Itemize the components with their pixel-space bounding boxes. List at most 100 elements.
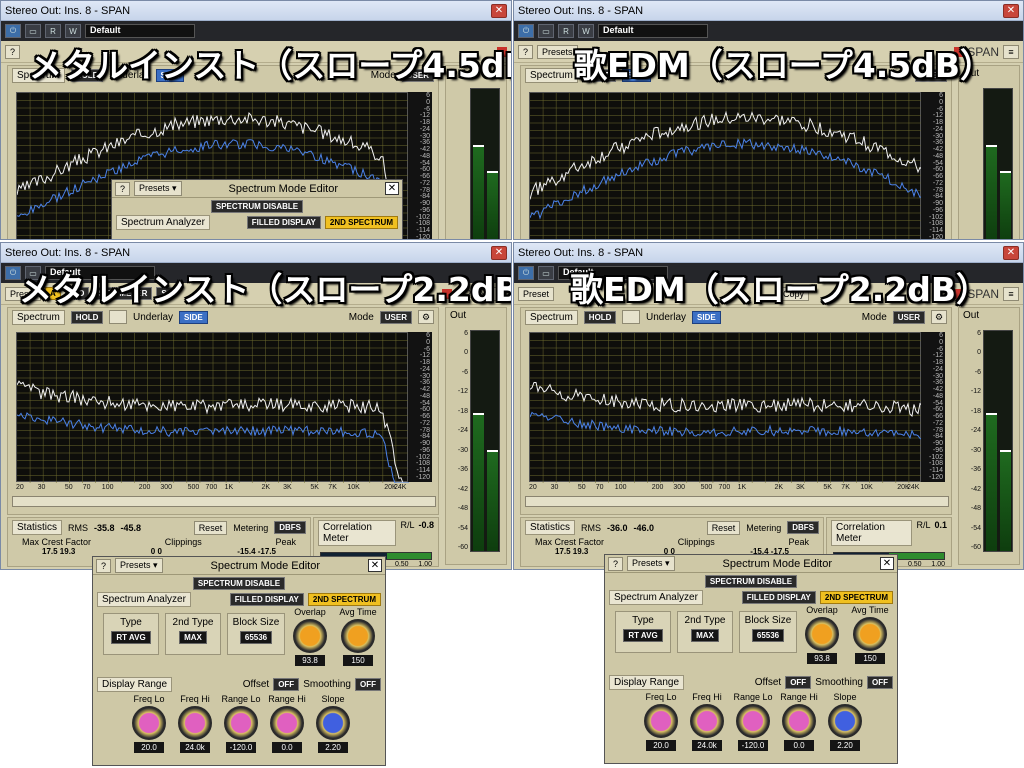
- preset-field[interactable]: Default: [598, 24, 708, 38]
- type2-select[interactable]: MAX: [179, 631, 207, 644]
- block-size-select[interactable]: 65536: [239, 631, 273, 644]
- editor-close-icon[interactable]: ✕: [368, 559, 382, 572]
- freq-tick: 200: [651, 484, 664, 491]
- underlay-toggle[interactable]: [109, 310, 127, 324]
- metering-select[interactable]: DBFS: [274, 521, 306, 534]
- db-scale: 6 0 -6 -12 -18 -24 -30 -36 -42 -48 -54 -60 -66 -72 -78…: [408, 332, 432, 482]
- metering-select[interactable]: DBFS: [787, 521, 819, 534]
- offset-select[interactable]: OFF: [785, 676, 812, 689]
- editor-presets-button[interactable]: Presets ▾: [115, 558, 163, 573]
- metering-label: Metering: [746, 522, 782, 533]
- avg-time-knob[interactable]: Avg Time 150: [849, 605, 891, 664]
- power-icon[interactable]: ⏻: [518, 24, 534, 38]
- type-select[interactable]: RT AVG: [623, 629, 663, 642]
- spectrum-disable-button[interactable]: SPECTRUM DISABLE: [210, 200, 304, 213]
- slope-value: 2.20: [318, 742, 348, 753]
- offset-select[interactable]: OFF: [273, 678, 300, 691]
- power-icon[interactable]: ⏻: [518, 266, 534, 280]
- read-button[interactable]: R: [558, 24, 574, 38]
- spectrum-graph[interactable]: [529, 332, 922, 483]
- smoothing-select[interactable]: OFF: [355, 678, 381, 691]
- mode-select[interactable]: USER: [892, 310, 925, 324]
- side-button[interactable]: SIDE: [179, 310, 208, 324]
- reset-button[interactable]: Reset: [193, 520, 228, 535]
- editor-presets-button[interactable]: Presets ▾: [134, 181, 182, 196]
- hold-button[interactable]: HOLD: [70, 310, 104, 324]
- freq-lo-knob[interactable]: Freq Lo 20.0: [639, 692, 683, 751]
- mode-select[interactable]: USER: [379, 310, 412, 324]
- freq-tick: 20: [529, 484, 537, 491]
- editor-close-icon[interactable]: ✕: [880, 557, 894, 570]
- close-icon[interactable]: ✕: [491, 245, 507, 260]
- close-icon[interactable]: ✕: [491, 3, 507, 18]
- write-button[interactable]: W: [65, 24, 81, 38]
- slope-knob[interactable]: Slope 2.20: [311, 694, 355, 753]
- compare-icon[interactable]: ▭: [538, 24, 554, 38]
- freq-hi-knob[interactable]: Freq Hi 24.0k: [173, 694, 217, 753]
- spectrum-disable-button[interactable]: SPECTRUM DISABLE: [704, 575, 798, 588]
- underlay-toggle[interactable]: [622, 310, 640, 324]
- second-spectrum-button[interactable]: 2ND SPECTRUM: [324, 216, 398, 229]
- display-range-label: Display Range: [609, 675, 685, 690]
- editor-header: ? Presets ▾ Spectrum Mode Editor ✕: [112, 180, 402, 198]
- out-tick: -54: [970, 524, 981, 532]
- meter-level-bar: [986, 414, 997, 551]
- meter-peak-marker: [986, 144, 997, 147]
- range-hi-knob[interactable]: Range Hi 0.0: [777, 692, 821, 751]
- presets-button[interactable]: Presets: [537, 44, 578, 59]
- spectrum-graph[interactable]: [16, 332, 409, 483]
- help-button[interactable]: ?: [518, 44, 534, 59]
- filled-display-button[interactable]: FILLED DISPLAY: [741, 591, 816, 604]
- freq-axis: 20 30 50 70 100 200 300 500 700 1K 2K 3K 5K 7K 10K 20K 2…: [16, 484, 408, 494]
- preset-button[interactable]: Preset: [518, 286, 555, 301]
- overlap-knob[interactable]: Overlap 93.8: [289, 607, 331, 666]
- settings-gear-icon[interactable]: ⚙: [418, 310, 434, 324]
- freq-lo-knob[interactable]: Freq Lo 20.0: [127, 694, 171, 753]
- spectrum-graph[interactable]: [529, 92, 922, 239]
- preset-field[interactable]: Default: [85, 24, 195, 38]
- meter-level-bar: [1000, 452, 1011, 551]
- slope-label: Slope: [833, 692, 857, 702]
- help-button[interactable]: ?: [5, 44, 21, 59]
- write-button[interactable]: W: [578, 24, 594, 38]
- read-button[interactable]: R: [45, 24, 61, 38]
- type-select[interactable]: RT AVG: [111, 631, 151, 644]
- block-size-select[interactable]: 65536: [751, 629, 785, 642]
- freq-scrollbar[interactable]: [12, 496, 436, 507]
- power-icon[interactable]: ⏻: [5, 24, 21, 38]
- smoothing-select[interactable]: OFF: [867, 676, 893, 689]
- freq-scrollbar[interactable]: [525, 496, 949, 507]
- side-button[interactable]: SIDE: [692, 310, 721, 324]
- editor-help-button[interactable]: ?: [96, 558, 112, 573]
- hold-button[interactable]: HOLD: [583, 310, 617, 324]
- editor-help-button[interactable]: ?: [608, 556, 624, 571]
- second-spectrum-button[interactable]: 2ND SPECTRUM: [819, 591, 893, 604]
- freq-hi-knob[interactable]: Freq Hi 24.0k: [685, 692, 729, 751]
- menu-icon[interactable]: ≡: [1003, 286, 1019, 301]
- filled-display-button[interactable]: FILLED DISPLAY: [229, 593, 304, 606]
- range-hi-knob[interactable]: Range Hi 0.0: [265, 694, 309, 753]
- editor-help-button[interactable]: ?: [115, 181, 131, 196]
- avg-time-knob[interactable]: Avg Time 150: [337, 607, 379, 666]
- type2-select[interactable]: MAX: [691, 629, 719, 642]
- spectrum-disable-button[interactable]: SPECTRUM DISABLE: [192, 577, 286, 590]
- menu-icon[interactable]: ≡: [1003, 44, 1019, 59]
- close-icon[interactable]: ✕: [1003, 245, 1019, 260]
- out-tick: -48: [457, 505, 468, 513]
- range-lo-knob[interactable]: Range Lo -120.0: [219, 694, 263, 753]
- statistics-label: Statistics: [525, 520, 576, 535]
- second-spectrum-button[interactable]: 2ND SPECTRUM: [307, 593, 381, 606]
- editor-close-icon[interactable]: ✕: [385, 182, 399, 195]
- freq-hi-label: Freq Hi: [180, 694, 210, 704]
- close-icon[interactable]: ✕: [1003, 3, 1019, 18]
- slope-knob[interactable]: Slope 2.20: [823, 692, 867, 751]
- overlap-knob[interactable]: Overlap 93.8: [801, 605, 843, 664]
- compare-icon[interactable]: ▭: [538, 266, 554, 280]
- range-lo-knob[interactable]: Range Lo -120.0: [731, 692, 775, 751]
- filled-display-button[interactable]: FILLED DISPLAY: [246, 216, 321, 229]
- reset-button[interactable]: Reset: [706, 520, 741, 535]
- settings-gear-icon[interactable]: ⚙: [931, 310, 947, 324]
- freq-tick: 24K: [907, 484, 920, 491]
- editor-presets-button[interactable]: Presets ▾: [627, 556, 675, 571]
- compare-icon[interactable]: ▭: [25, 24, 41, 38]
